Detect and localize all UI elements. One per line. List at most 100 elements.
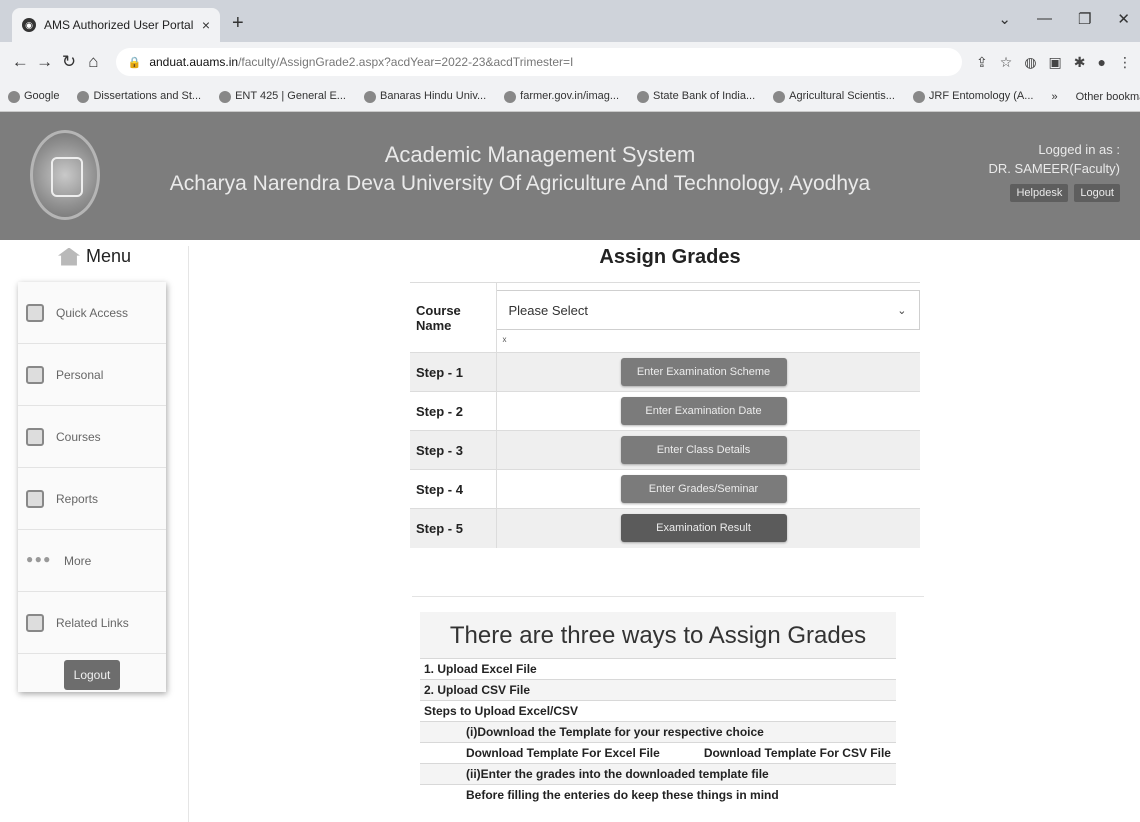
download-excel-template-link[interactable]: Download Template For Excel File (466, 746, 660, 760)
way-line: 2. Upload CSV File (420, 679, 896, 700)
bookmarks-bar: Google Dissertations and St... ENT 425 |… (0, 82, 1140, 112)
step-label: Step - 5 (410, 508, 497, 548)
sidebar-item-related-links[interactable]: Related Links (18, 592, 166, 654)
extension-icon[interactable]: ◍ (1024, 54, 1036, 71)
tab-title: AMS Authorized User Portal (44, 18, 194, 32)
browser-tab-bar: ◉ AMS Authorized User Portal × + ⌄ — ❐ ✕ (0, 0, 1140, 42)
browser-tab[interactable]: ◉ AMS Authorized User Portal × (12, 8, 220, 42)
bookmark-item[interactable]: farmer.gov.in/imag... (504, 90, 619, 103)
ways-title: There are three ways to Assign Grades (449, 622, 867, 649)
bookmark-item[interactable]: Agricultural Scientis... (773, 90, 895, 103)
download-csv-template-link[interactable]: Download Template For CSV File (704, 746, 891, 760)
window-controls: ⌄ — ❐ ✕ (998, 10, 1130, 28)
step-row: Step - 2 Enter Examination Date (410, 391, 920, 431)
page-title: Assign Grades (599, 246, 741, 268)
way-line: Steps to Upload Excel/CSV (420, 700, 896, 721)
bookmark-item[interactable]: JRF Entomology (A... (912, 90, 1033, 103)
bookmark-icon (219, 90, 232, 103)
course-name-label: Course Name (410, 282, 497, 353)
bookmark-item[interactable]: Google (8, 90, 59, 103)
step-row: Step - 1 Enter Examination Scheme (410, 352, 920, 392)
bookmark-item[interactable]: State Bank of India... (637, 90, 755, 103)
header-logout-button[interactable]: Logout (1074, 184, 1120, 202)
enter-examination-date-button[interactable]: Enter Examination Date (620, 397, 787, 425)
university-name: Acharya Narendra Deva University Of Agri… (169, 172, 871, 195)
logged-in-label: Logged in as : (1038, 142, 1120, 157)
section-divider (412, 596, 924, 597)
bookmarks-more[interactable]: » (1051, 91, 1057, 103)
puzzle-icon[interactable]: ✱ (1074, 54, 1086, 71)
sidebar: Quick Access Personal Courses Reports ● … (18, 282, 166, 692)
bookmark-icon (363, 90, 376, 103)
profile-icon[interactable]: ● (1098, 54, 1106, 71)
bookmark-item[interactable]: ENT 425 | General E... (219, 90, 346, 103)
user-name: DR. SAMEER(Faculty) (988, 161, 1120, 176)
globe-icon: ◉ (22, 18, 36, 32)
forward-arrow-icon[interactable]: → (32, 52, 56, 72)
kebab-menu-icon[interactable]: ⋮ (1118, 54, 1132, 71)
globe-icon (504, 90, 517, 103)
other-bookmarks[interactable]: Other bookmarks (1076, 91, 1140, 103)
bookmark-item[interactable]: Dissertations and St... (77, 90, 201, 103)
step-label: Step - 3 (410, 430, 497, 470)
extensions: ⇪ ☆ ◍ ▣ ✱ ● ⋮ (976, 54, 1132, 71)
course-row: Course Name Please Select ⌄ x (410, 282, 920, 353)
sidebar-logout-button[interactable]: Logout (63, 660, 121, 690)
step-label: Step - 2 (410, 391, 497, 431)
helpdesk-button[interactable]: Helpdesk (1010, 184, 1069, 202)
enter-grades-seminar-button[interactable]: Enter Grades/Seminar (620, 475, 787, 503)
globe-icon (912, 90, 925, 103)
more-dots-icon: ● ● ● (26, 551, 50, 566)
way-line: Before filling the enteries do keep thes… (420, 784, 896, 805)
menu-title: Menu (58, 246, 131, 267)
download-links-row: Download Template For Excel File Downloa… (420, 742, 896, 763)
chevron-down-icon[interactable]: ⌄ (998, 10, 1011, 28)
way-line: 1. Upload Excel File (420, 658, 896, 679)
course-select[interactable]: Please Select ⌄ (495, 290, 920, 330)
maximize-icon[interactable]: ❐ (1078, 10, 1091, 28)
sidebar-item-quick-access[interactable]: Quick Access (18, 282, 166, 344)
extension-icon[interactable]: ▣ (1049, 54, 1062, 71)
courses-icon (26, 427, 44, 446)
assign-grades-table: Course Name Please Select ⌄ x Step - 1 E… (410, 282, 920, 548)
home-icon[interactable]: ⌂ (81, 52, 105, 72)
home-icon (58, 247, 80, 266)
related-links-icon (26, 613, 44, 632)
step-label: Step - 1 (410, 352, 497, 392)
reload-icon[interactable]: ↻ (57, 52, 81, 72)
way-line: (ii)Enter the grades into the downloaded… (420, 763, 896, 784)
enter-class-details-button[interactable]: Enter Class Details (620, 436, 787, 464)
new-tab-button[interactable]: + (232, 12, 244, 35)
google-icon (8, 90, 20, 103)
address-bar-row: ← → ↻ ⌂ 🔒 anduat.auams.in /faculty/Assig… (0, 42, 1140, 82)
step-label: Step - 4 (410, 469, 497, 509)
chevron-down-icon: ⌄ (897, 304, 907, 317)
minimize-icon[interactable]: — (1037, 10, 1052, 28)
assign-ways-panel: There are three ways to Assign Grades 1.… (420, 612, 896, 805)
examination-result-button[interactable]: Examination Result (620, 514, 787, 543)
enter-examination-scheme-button[interactable]: Enter Examination Scheme (620, 358, 787, 386)
step-row: Step - 4 Enter Grades/Seminar (410, 469, 920, 509)
lock-icon[interactable]: 🔒 (128, 56, 142, 69)
back-arrow-icon[interactable]: ← (8, 52, 32, 72)
course-note: x (502, 335, 507, 344)
bookmark-item[interactable]: Banaras Hindu Univ... (363, 90, 486, 103)
sidebar-item-personal[interactable]: Personal (18, 344, 166, 406)
globe-icon (773, 90, 786, 103)
sidebar-item-reports[interactable]: Reports (18, 468, 166, 530)
quick-access-icon (26, 303, 44, 322)
share-icon[interactable]: ⇪ (976, 54, 988, 71)
url-path: /faculty/AssignGrade2.aspx?acdYear=2022-… (238, 55, 574, 69)
way-line: (i)Download the Template for your respec… (420, 721, 896, 742)
step-row: Step - 3 Enter Class Details (410, 430, 920, 470)
bookmark-icon (77, 90, 90, 103)
star-icon[interactable]: ☆ (1000, 54, 1013, 71)
sidebar-item-courses[interactable]: Courses (18, 406, 166, 468)
step-row: Step - 5 Examination Result (410, 508, 920, 548)
close-tab-icon[interactable]: × (202, 17, 210, 33)
sidebar-item-more[interactable]: ● ● ● More (18, 530, 166, 592)
close-window-icon[interactable]: ✕ (1117, 10, 1130, 28)
url-input[interactable]: 🔒 anduat.auams.in /faculty/AssignGrade2.… (115, 48, 963, 76)
site-header: Academic Management System Acharya Naren… (0, 112, 1140, 240)
login-panel: Logged in as : DR. SAMEER(Faculty) Helpd… (989, 142, 1120, 202)
